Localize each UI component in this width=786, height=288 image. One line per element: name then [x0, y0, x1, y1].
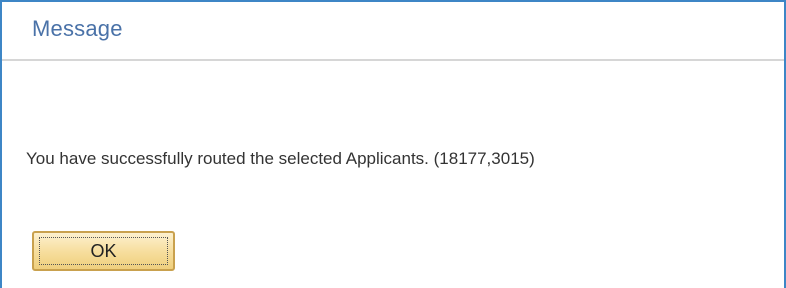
message-dialog: Message You have successfully routed the…	[0, 0, 786, 288]
dialog-title: Message	[32, 16, 123, 41]
dialog-message: You have successfully routed the selecte…	[26, 149, 535, 168]
ok-button-label: OK	[39, 237, 168, 265]
dialog-title-bar: Message	[2, 2, 784, 61]
ok-button[interactable]: OK	[32, 231, 175, 271]
